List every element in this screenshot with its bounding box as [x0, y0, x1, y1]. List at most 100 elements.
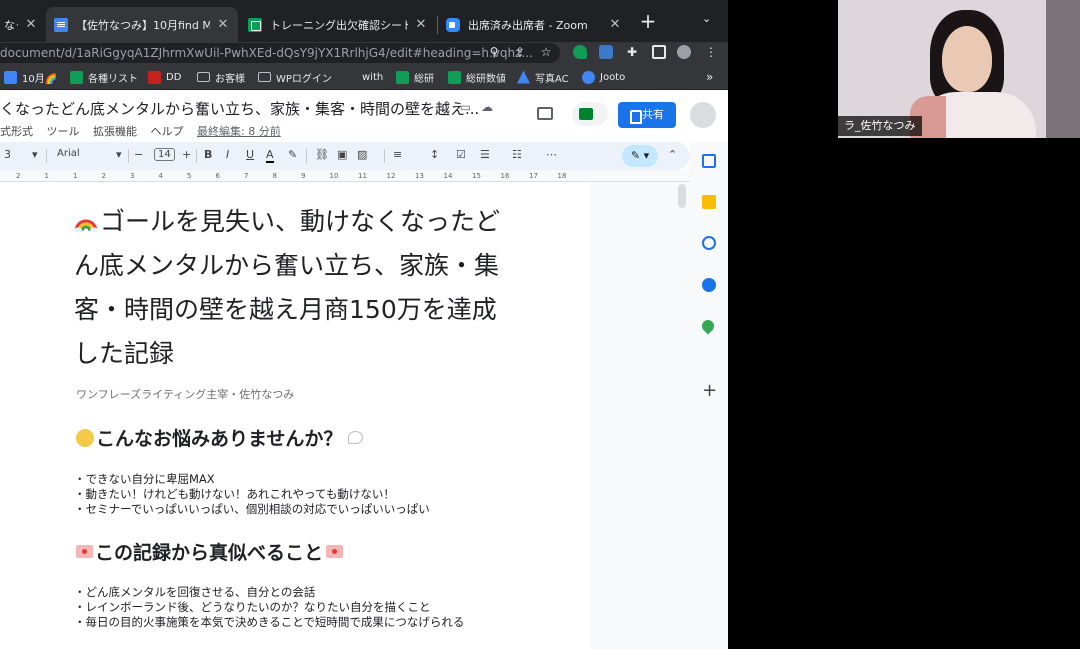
ruler-number: 8	[272, 172, 277, 180]
evernote-extension-icon[interactable]	[573, 45, 587, 59]
ruler-number: 1	[73, 172, 78, 180]
calendar-icon[interactable]	[702, 154, 716, 168]
cloud-status-icon[interactable]: ☁	[481, 100, 503, 114]
document-title[interactable]: くなったどん底メンタルから奮い立ち、家族・集客・時間の壁を越え...	[0, 98, 479, 119]
share-icon[interactable]: ⇪	[512, 44, 528, 60]
tab-zoom-attendees[interactable]: 出席済み出席者 - Zoom ✕	[438, 7, 630, 42]
link-icon[interactable]: ⛓	[315, 148, 329, 161]
tab-training-sheet[interactable]: トレーニング出欠確認シート - Go ✕	[240, 7, 436, 42]
highlight-pen-icon[interactable]: ✎	[288, 148, 297, 161]
tab-search-chevron-icon[interactable]: ⌄	[702, 12, 711, 25]
tab-findme-doc[interactable]: 【佐竹なつみ】10月find Me🌈 - ✕	[46, 7, 238, 42]
close-icon[interactable]: ✕	[414, 17, 428, 32]
insert-image-icon[interactable]: ▨	[357, 148, 367, 161]
maps-icon[interactable]	[699, 317, 717, 335]
love-letter-icon	[76, 545, 93, 558]
style-value[interactable]: 3	[4, 148, 11, 161]
close-icon[interactable]: ✕	[608, 17, 622, 32]
bookmark-jooto[interactable]: Jooto	[582, 69, 625, 85]
s-extension-icon[interactable]	[599, 45, 613, 59]
numbered-list-icon[interactable]: ☷	[512, 148, 522, 161]
ruler: 2 1 1 2 3 4 5 6 7 8 9 10 11 12 13 14 15 16 17 18	[0, 170, 690, 182]
profile-avatar-icon[interactable]	[677, 45, 691, 59]
underline-button[interactable]: U	[246, 148, 254, 161]
extensions-puzzle-icon[interactable]: ✚	[624, 44, 640, 60]
url-field[interactable]: document/d/1aRiGgyqA1ZJhrmXwUil-PwhXEd-d…	[0, 43, 560, 63]
bookmarks-more-button[interactable]: »	[706, 70, 713, 84]
ruler-number: 13	[415, 172, 424, 180]
bookmark-dd[interactable]: DD	[148, 69, 181, 85]
side-panel-icon[interactable]	[652, 45, 666, 59]
menu-bar: 式形式 ツール 拡張機能 ヘルプ 最終編集: 8 分前	[0, 123, 291, 139]
font-size-field[interactable]: 14	[154, 148, 175, 161]
bookmark-star-icon[interactable]: ☆	[538, 44, 554, 60]
toolbar-divider	[306, 149, 307, 163]
list-item: ・できない自分に卑屈MAX	[74, 472, 215, 486]
docs-icon	[54, 17, 68, 32]
add-addon-icon[interactable]: +	[702, 382, 717, 400]
text-color-button[interactable]: A	[266, 148, 274, 163]
account-avatar[interactable]	[690, 102, 716, 128]
share-button[interactable]: 共有	[618, 102, 676, 128]
chevron-down-icon[interactable]: ▾	[116, 148, 122, 161]
menu-extensions[interactable]: 拡張機能	[93, 125, 137, 138]
comment-history-icon[interactable]	[537, 107, 553, 120]
zoom-participant-video[interactable]: ラ_佐竹なつみ	[838, 0, 1080, 138]
font-size-increase-button[interactable]: +	[182, 148, 191, 161]
menu-tools[interactable]: ツール	[47, 125, 80, 138]
italic-button[interactable]: I	[226, 148, 229, 161]
checklist-icon[interactable]: ☑	[456, 148, 466, 161]
add-comment-icon[interactable]: ▣	[337, 148, 347, 161]
more-options-button[interactable]: ⋯	[546, 148, 557, 161]
list-item: ・レインボーランド後、どうなりたいのか？なりたい自分を描くこと	[74, 600, 431, 614]
contacts-icon[interactable]	[702, 278, 716, 292]
editing-mode-button[interactable]: ✎ ▾	[622, 145, 658, 167]
bookmark-label: Jooto	[600, 71, 626, 83]
bookmark-with[interactable]: with	[344, 69, 383, 85]
meet-button[interactable]	[572, 102, 608, 126]
bookmark-photo-ac[interactable]: 写真AC	[517, 69, 569, 85]
bookmark-10gatsu[interactable]: 10月🌈	[4, 69, 57, 85]
wp-icon	[344, 71, 357, 84]
side-panel: +	[690, 142, 728, 649]
document-scrollbar[interactable]	[678, 184, 686, 208]
close-icon[interactable]: ✕	[216, 17, 230, 32]
align-left-icon[interactable]: ≡	[393, 148, 402, 161]
new-tab-button[interactable]: +	[638, 10, 658, 32]
ruler-number: 9	[301, 172, 306, 180]
formatting-toolbar: 3 ▾ Arial ▾ − 14 + B I U A ✎ ⛓ ▣ ▨ ≡ ↕ ☑…	[0, 142, 690, 170]
tab-doc-partial[interactable]: なっ ✕	[0, 7, 46, 42]
search-icon[interactable]: ⚲	[486, 44, 502, 60]
collapse-menus-chevron-icon[interactable]: ⌃	[668, 148, 677, 161]
bookmark-lists[interactable]: 各種リスト	[70, 69, 138, 85]
tasks-icon[interactable]	[702, 236, 716, 250]
move-folder-icon[interactable]: ▭	[460, 100, 481, 114]
ruler-number: 15	[472, 172, 481, 180]
list-item: ・どん底メンタルを回復させる、自分との会話	[74, 585, 316, 599]
font-select[interactable]: Arial	[57, 148, 80, 159]
section-heading-worries: こんなお悩みありませんか？	[76, 424, 365, 451]
menu-help[interactable]: ヘルプ	[151, 125, 184, 138]
list-item: ・動きたい！けれども動けない！あれこれやっても動けない！	[74, 487, 395, 501]
more-vert-icon[interactable]: ⋮	[703, 44, 719, 60]
bookmark-souken[interactable]: 総研	[396, 69, 434, 85]
speech-bubble-icon	[348, 431, 364, 444]
close-icon[interactable]: ✕	[24, 17, 38, 32]
bold-button[interactable]: B	[204, 148, 212, 161]
last-edit-link[interactable]: 最終編集: 8 分前	[197, 125, 281, 138]
document-page[interactable]: ゴールを見失い、動けなくなったど ん底メンタルから奮い立ち、家族・集 客・時間の…	[0, 182, 590, 649]
bulleted-list-icon[interactable]: ☰	[480, 148, 490, 161]
chevron-down-icon[interactable]: ▾	[32, 148, 38, 161]
bookmark-wp-login[interactable]: WPログイン	[258, 69, 332, 85]
bookmark-customers[interactable]: お客様	[197, 69, 245, 85]
menu-format[interactable]: 式形式	[0, 125, 33, 138]
keep-icon[interactable]	[702, 195, 716, 209]
toolbar-divider	[128, 149, 129, 163]
star-icon[interactable]: ☆	[439, 100, 460, 114]
share-label: 共有	[642, 108, 664, 121]
docs-header: くなったどん底メンタルから奮い立ち、家族・集客・時間の壁を越え... ☆▭☁ 式…	[0, 90, 728, 142]
font-size-decrease-button[interactable]: −	[134, 148, 143, 161]
bookmark-souken-numbers[interactable]: 総研数値	[448, 69, 506, 85]
line-spacing-icon[interactable]: ↕	[430, 148, 439, 161]
bookmark-label: WPログイン	[276, 73, 332, 85]
